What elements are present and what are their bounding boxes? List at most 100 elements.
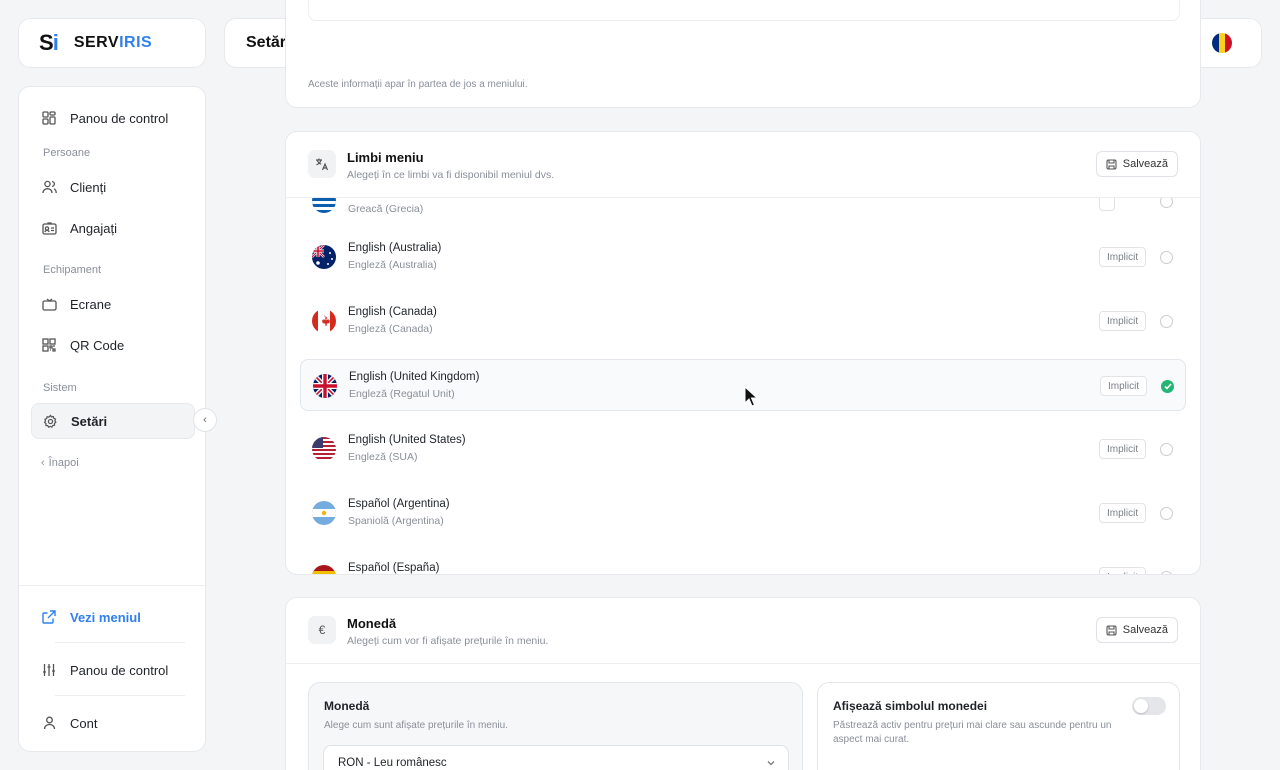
show-currency-symbol-toggle[interactable] — [1132, 697, 1166, 715]
language-radio[interactable] — [1160, 251, 1173, 264]
card-subtitle: Alegeți în ce limbi va fi disponibil men… — [347, 169, 555, 181]
flag-australia-icon — [312, 245, 336, 269]
language-radio[interactable] — [1160, 507, 1173, 520]
card-title: Limbi meniu — [347, 150, 424, 165]
default-badge[interactable] — [1099, 198, 1115, 211]
back-link[interactable]: ‹ Înapoi — [41, 457, 79, 469]
section-label-system: Sistem — [43, 382, 77, 394]
gear-icon — [42, 413, 58, 429]
section-label-persons: Persoane — [43, 147, 91, 159]
save-currency-button[interactable]: Salvează — [1095, 617, 1178, 643]
card-header: € Monedă Alegeți cum vor fi afișate preț… — [286, 598, 1200, 664]
currency-select-box: Monedă Alege cum sunt afișate prețurile … — [308, 682, 803, 770]
view-menu-link[interactable]: Vezi meniul — [31, 599, 195, 635]
menu-languages-card: Limbi meniu Alegeți în ce limbi va fi di… — [285, 131, 1201, 575]
box-subtitle: Păstrează activ pentru prețuri mai clare… — [833, 720, 1112, 745]
sidebar-item-label: Ecrane — [70, 296, 112, 312]
language-row-spanish-argentina[interactable]: Español (Argentina) Spaniolă (Argentina)… — [300, 487, 1186, 539]
language-name: Español (España) — [348, 562, 440, 574]
default-badge[interactable]: Implicit — [1099, 567, 1147, 574]
sidebar-item-label: Vezi meniul — [70, 609, 141, 625]
default-badge[interactable]: Implicit — [1099, 439, 1147, 459]
language-row-english-australia[interactable]: English (Australia) Engleză (Australia) … — [300, 231, 1186, 283]
language-row-english-us[interactable]: English (United States) Engleză (SUA) Im… — [300, 423, 1186, 475]
tv-icon — [41, 296, 57, 312]
language-local-name: Greacă (Grecia) — [348, 203, 424, 215]
card-header: Limbi meniu Alegeți în ce limbi va fi di… — [286, 132, 1200, 198]
language-radio[interactable] — [1160, 315, 1173, 328]
sidebar-item-label: Clienți — [70, 179, 107, 195]
selected-check-icon[interactable] — [1161, 380, 1174, 393]
info-field[interactable] — [308, 0, 1180, 21]
currency-card: € Monedă Alegeți cum vor fi afișate preț… — [285, 597, 1201, 770]
default-badge[interactable]: Implicit — [1099, 503, 1147, 523]
sidebar: Panou de control Persoane Clienți Angaja… — [18, 86, 207, 752]
language-row-english-canada[interactable]: English (Canada) Engleză (Canada) Implic… — [300, 295, 1186, 347]
section-label-equipment: Echipament — [43, 264, 102, 276]
dashboard-icon — [41, 110, 57, 126]
save-icon — [1106, 158, 1117, 170]
language-name: Español (Argentina) — [348, 498, 450, 510]
chevron-left-icon: ‹ — [41, 457, 45, 469]
sidebar-item-label: Panou de control — [70, 110, 169, 126]
currency-select[interactable]: RON - Leu românesc — [323, 745, 789, 770]
language-local-name: Engleză (Regatul Unit) — [349, 388, 455, 400]
sidebar-item-account[interactable]: Cont — [31, 705, 195, 741]
sidebar-divider — [55, 695, 185, 696]
sidebar-item-dashboard[interactable]: Panou de control — [31, 100, 195, 136]
logo-mark: Si — [39, 30, 59, 55]
sidebar-divider — [19, 585, 207, 586]
external-link-icon — [41, 609, 57, 625]
sidebar-item-label: Angajați — [70, 220, 117, 236]
sidebar-item-qr-code[interactable]: QR Code — [31, 327, 195, 363]
sidebar-item-screens[interactable]: Ecrane — [31, 286, 195, 322]
sidebar-item-control-panel[interactable]: Panou de control — [31, 652, 195, 688]
language-radio[interactable] — [1160, 571, 1173, 574]
sidebar-item-label: Panou de control — [70, 662, 169, 678]
box-title: Monedă — [324, 699, 370, 713]
language-name: English (United Kingdom) — [349, 371, 480, 383]
flag-greece-icon — [312, 198, 336, 213]
sidebar-item-employees[interactable]: Angajați — [31, 210, 195, 246]
box-title: Afișează simbolul monedei — [833, 699, 988, 713]
language-radio[interactable] — [1160, 443, 1173, 456]
default-badge[interactable]: Implicit — [1099, 247, 1147, 267]
translate-icon — [308, 150, 336, 178]
sidebar-item-clients[interactable]: Clienți — [31, 169, 195, 205]
box-subtitle: Alege cum sunt afișate prețurile în meni… — [324, 720, 508, 731]
logo[interactable]: Si SERVIRIS — [18, 18, 206, 68]
language-row-greek[interactable]: Greacă (Grecia) — [300, 198, 1186, 227]
card-title: Monedă — [347, 616, 397, 631]
save-languages-button[interactable]: Salvează — [1095, 151, 1178, 177]
users-icon — [41, 179, 57, 195]
sidebar-item-label: Cont — [70, 715, 98, 731]
id-card-icon — [41, 220, 57, 236]
logo-text: SERVIRIS — [73, 34, 153, 51]
save-icon — [1106, 624, 1117, 636]
flag-spain-icon — [312, 565, 336, 574]
chevron-left-icon: ‹ — [203, 414, 207, 426]
default-badge[interactable]: Implicit — [1100, 376, 1148, 396]
sidebar-collapse-button[interactable]: ‹ — [193, 408, 217, 432]
euro-icon: € — [308, 616, 336, 644]
default-badge[interactable]: Implicit — [1099, 311, 1147, 331]
language-list: Greacă (Grecia) English (Australia) Engl… — [286, 198, 1200, 574]
language-name: English (Australia) — [348, 242, 442, 254]
language-name: English (Canada) — [348, 306, 437, 318]
sidebar-item-label: Setări — [71, 413, 108, 429]
flag-uk-icon — [313, 374, 337, 398]
menu-info-note: Aceste informații apar în partea de jos … — [308, 79, 528, 90]
sidebar-item-settings[interactable]: Setări — [31, 403, 195, 439]
qr-icon — [41, 337, 57, 353]
language-row-spanish-spain[interactable]: Español (España) Implicit — [300, 551, 1186, 574]
save-label: Salvează — [1122, 624, 1168, 636]
language-row-english-uk[interactable]: English (United Kingdom) Engleză (Regatu… — [300, 359, 1186, 411]
flag-argentina-icon — [312, 501, 336, 525]
flag-usa-icon — [312, 437, 336, 461]
language-flag-romania-icon[interactable] — [1212, 33, 1232, 53]
currency-selected-value: RON - Leu românesc — [338, 757, 447, 769]
language-radio[interactable] — [1160, 198, 1173, 208]
save-label: Salvează — [1122, 158, 1168, 170]
language-local-name: Engleză (Canada) — [348, 323, 433, 335]
user-icon — [41, 715, 57, 731]
